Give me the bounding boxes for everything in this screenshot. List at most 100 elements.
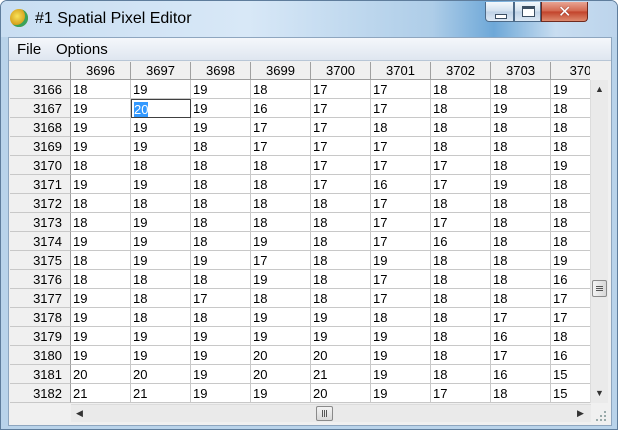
- pixel-value-cell[interactable]: 18: [371, 308, 431, 327]
- pixel-value-cell[interactable]: 21: [311, 365, 371, 384]
- pixel-value-cell[interactable]: 19: [191, 327, 251, 346]
- pixel-value-cell[interactable]: 19: [251, 232, 311, 251]
- row-header[interactable]: 3175: [10, 251, 71, 270]
- pixel-value-cell[interactable]: 18: [191, 175, 251, 194]
- column-header[interactable]: 370: [551, 62, 590, 80]
- vertical-scrollbar[interactable]: ▲ ▼: [590, 80, 608, 403]
- pixel-value-cell[interactable]: 19: [131, 346, 191, 365]
- pixel-value-cell[interactable]: 21: [131, 384, 191, 403]
- menu-options[interactable]: Options: [56, 41, 108, 58]
- pixel-value-cell[interactable]: 18: [431, 118, 491, 137]
- pixel-value-cell[interactable]: 18: [251, 175, 311, 194]
- pixel-value-cell[interactable]: 19: [71, 118, 131, 137]
- pixel-value-cell[interactable]: 19: [131, 213, 191, 232]
- pixel-value-cell[interactable]: 19: [71, 232, 131, 251]
- pixel-value-cell[interactable]: 17: [311, 118, 371, 137]
- pixel-value-cell[interactable]: 19: [191, 99, 251, 118]
- pixel-value-cell[interactable]: 19: [371, 384, 431, 403]
- pixel-value-cell[interactable]: 18: [71, 251, 131, 270]
- pixel-value-cell[interactable]: 18: [431, 80, 491, 99]
- pixel-value-cell[interactable]: 18: [251, 289, 311, 308]
- pixel-value-cell[interactable]: 19: [551, 156, 590, 175]
- pixel-value-cell[interactable]: 18: [131, 289, 191, 308]
- scroll-left-icon[interactable]: ◀: [76, 408, 83, 419]
- pixel-value-cell[interactable]: 19: [71, 99, 131, 118]
- row-header[interactable]: 3169: [10, 137, 71, 156]
- pixel-value-cell[interactable]: 17: [251, 251, 311, 270]
- pixel-value-cell[interactable]: 19: [251, 327, 311, 346]
- pixel-value-cell[interactable]: 17: [431, 175, 491, 194]
- column-header[interactable]: 3699: [251, 62, 311, 80]
- pixel-value-cell[interactable]: 18: [431, 346, 491, 365]
- pixel-value-cell[interactable]: 17: [311, 137, 371, 156]
- pixel-value-cell[interactable]: 18: [191, 156, 251, 175]
- pixel-value-cell[interactable]: 17: [371, 137, 431, 156]
- pixel-value-cell[interactable]: 18: [311, 194, 371, 213]
- pixel-value-cell[interactable]: 18: [311, 270, 371, 289]
- pixel-value-cell[interactable]: 18: [71, 80, 131, 99]
- pixel-value-cell[interactable]: 18: [251, 194, 311, 213]
- pixel-value-cell[interactable]: 18: [251, 213, 311, 232]
- pixel-value-cell[interactable]: 19: [131, 327, 191, 346]
- pixel-value-cell[interactable]: 17: [491, 346, 551, 365]
- pixel-value-cell[interactable]: 17: [371, 270, 431, 289]
- pixel-value-cell[interactable]: 18: [251, 156, 311, 175]
- pixel-value-cell[interactable]: 19: [191, 251, 251, 270]
- pixel-value-cell[interactable]: 17: [311, 99, 371, 118]
- pixel-value-cell[interactable]: 19: [131, 118, 191, 137]
- pixel-value-cell[interactable]: 18: [191, 194, 251, 213]
- pixel-value-cell[interactable]: 18: [491, 213, 551, 232]
- pixel-value-cell[interactable]: 19: [311, 308, 371, 327]
- pixel-value-cell[interactable]: 16: [491, 327, 551, 346]
- pixel-value-cell[interactable]: 17: [551, 289, 590, 308]
- pixel-value-cell[interactable]: 18: [551, 118, 590, 137]
- pixel-value-cell[interactable]: 18: [131, 270, 191, 289]
- pixel-value-cell[interactable]: 18: [491, 194, 551, 213]
- pixel-value-cell[interactable]: 19: [491, 99, 551, 118]
- pixel-value-cell[interactable]: 15: [551, 365, 590, 384]
- pixel-value-cell[interactable]: 18: [551, 213, 590, 232]
- row-header[interactable]: 3181: [10, 365, 71, 384]
- pixel-value-cell[interactable]: 18: [71, 270, 131, 289]
- pixel-value-cell[interactable]: 19: [371, 327, 431, 346]
- maximize-button[interactable]: [514, 2, 541, 22]
- title-bar[interactable]: #1 Spatial Pixel Editor ✕: [1, 1, 617, 37]
- pixel-value-cell[interactable]: 18: [551, 137, 590, 156]
- pixel-value-cell[interactable]: 19: [71, 327, 131, 346]
- row-header[interactable]: 3179: [10, 327, 71, 346]
- row-header[interactable]: 3173: [10, 213, 71, 232]
- pixel-value-cell[interactable]: 20: [131, 365, 191, 384]
- pixel-value-cell[interactable]: 18: [491, 80, 551, 99]
- row-header[interactable]: 3177: [10, 289, 71, 308]
- pixel-value-cell[interactable]: 19: [131, 251, 191, 270]
- pixel-value-cell[interactable]: 18: [491, 137, 551, 156]
- pixel-value-cell[interactable]: 18: [551, 327, 590, 346]
- pixel-value-cell[interactable]: 16: [551, 270, 590, 289]
- horizontal-scroll-thumb[interactable]: [316, 406, 333, 421]
- pixel-value-cell[interactable]: 19: [71, 137, 131, 156]
- pixel-value-cell[interactable]: 18: [551, 99, 590, 118]
- pixel-value-cell[interactable]: 18: [371, 118, 431, 137]
- pixel-value-cell[interactable]: 17: [371, 80, 431, 99]
- pixel-value-cell[interactable]: 18: [251, 80, 311, 99]
- pixel-value-cell[interactable]: 18: [191, 308, 251, 327]
- pixel-value-cell[interactable]: 19: [371, 346, 431, 365]
- pixel-value-cell[interactable]: 19: [191, 365, 251, 384]
- resize-grip-icon[interactable]: [595, 410, 607, 422]
- pixel-value-cell[interactable]: 20: [251, 365, 311, 384]
- pixel-value-cell[interactable]: 17: [251, 137, 311, 156]
- pixel-value-cell[interactable]: 18: [131, 194, 191, 213]
- pixel-value-cell[interactable]: 18: [311, 289, 371, 308]
- pixel-value-cell[interactable]: 16: [371, 175, 431, 194]
- pixel-value-cell[interactable]: 19: [191, 346, 251, 365]
- pixel-value-cell[interactable]: 18: [431, 365, 491, 384]
- pixel-value-cell[interactable]: 19: [551, 251, 590, 270]
- minimize-button[interactable]: [485, 2, 514, 22]
- scroll-right-icon[interactable]: ▶: [577, 408, 584, 419]
- column-header[interactable]: 3698: [191, 62, 251, 80]
- pixel-value-cell[interactable]: 18: [431, 289, 491, 308]
- pixel-value-cell[interactable]: 17: [311, 175, 371, 194]
- pixel-value-cell[interactable]: 19: [71, 308, 131, 327]
- pixel-value-cell[interactable]: 18: [311, 232, 371, 251]
- pixel-value-cell[interactable]: 19: [311, 327, 371, 346]
